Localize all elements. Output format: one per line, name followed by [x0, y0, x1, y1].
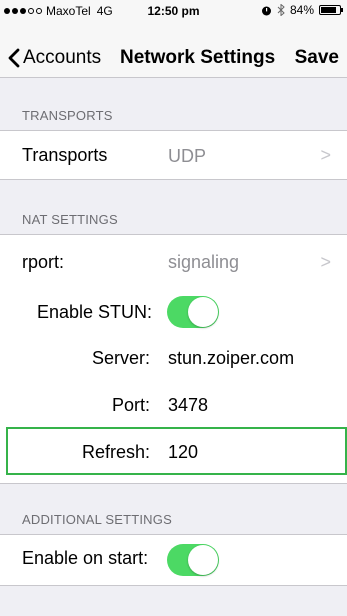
transports-value: UDP — [168, 146, 207, 166]
rport-label: rport: — [22, 252, 65, 272]
navigation-bar: Accounts Network Settings Save — [0, 20, 347, 78]
status-right: 84% — [261, 3, 343, 17]
rport-value: signaling — [168, 252, 240, 272]
chevron-right-icon: > — [320, 252, 331, 272]
bluetooth-icon — [277, 4, 285, 16]
port-input[interactable]: 3478 — [168, 395, 208, 416]
enable-stun-toggle[interactable] — [167, 296, 219, 328]
additional-section-header: ADDITIONAL SETTINGS — [22, 512, 172, 527]
back-button[interactable]: Accounts — [8, 47, 101, 69]
nat-section-header: NAT SETTINGS — [22, 212, 118, 227]
chevron-right-icon: > — [320, 145, 331, 165]
server-input[interactable]: stun.zoiper.com — [168, 348, 294, 369]
port-label: Port: — [111, 395, 150, 415]
transports-row[interactable]: Transports UDP > — [0, 130, 347, 180]
refresh-label: Refresh: — [81, 442, 150, 462]
enable-stun-label: Enable STUN: — [36, 302, 152, 322]
transports-label: Transports — [22, 145, 108, 165]
refresh-input[interactable]: 120 — [168, 442, 198, 463]
rport-row[interactable]: rport: signaling > — [0, 238, 347, 286]
battery-percent: 84% — [289, 3, 314, 17]
status-bar: MaxoTel 4G 12:50 pm 84% — [0, 0, 347, 20]
enable-on-start-label: Enable on start: — [22, 548, 149, 568]
chevron-left-icon — [8, 48, 20, 68]
enable-on-start-row: Enable on start: — [0, 534, 347, 586]
save-button[interactable]: Save — [295, 47, 339, 69]
alarm-icon — [261, 6, 271, 15]
transports-section-header: TRANSPORTS — [22, 108, 113, 123]
refresh-row[interactable]: Refresh: 120 — [6, 427, 347, 475]
enable-on-start-toggle[interactable] — [167, 544, 219, 576]
back-button-label: Accounts — [23, 47, 102, 68]
battery-icon — [319, 5, 343, 15]
server-label: Server: — [91, 348, 150, 368]
page-title: Network Settings — [120, 47, 276, 68]
